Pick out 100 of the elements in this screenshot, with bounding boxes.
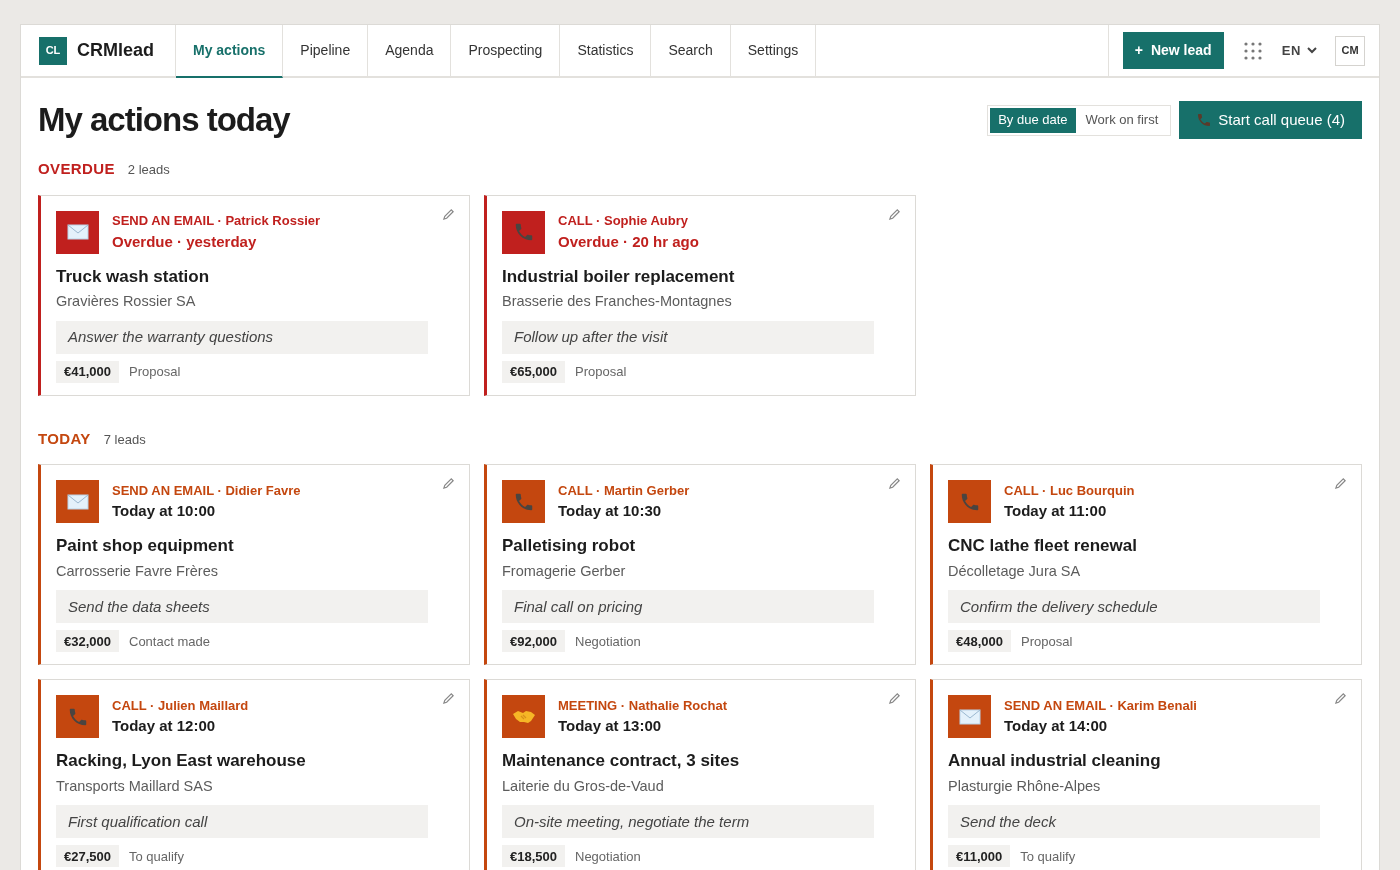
edit-icon[interactable] [442,477,455,490]
deal-amount: €41,000 [56,360,119,383]
pipeline-stage: Contact made [129,632,210,651]
edit-icon[interactable] [1334,477,1347,490]
due-time: Today at 13:00 [558,716,663,736]
phone-icon [502,480,545,523]
lead-title: Maintenance contract, 3 sites [502,750,741,772]
action-card[interactable]: CALL · Martin Gerber Today at 10:30 Palletising robot Fromagerie Gerber Final call on pricing €92,000 Negotiation [484,464,916,665]
deal-amount: €65,000 [502,360,565,383]
due-time: Today at 14:00 [1004,716,1109,736]
action-card[interactable]: SEND AN EMAIL · Didier Favre Today at 10:00 Paint shop equipment Carrosserie Favre Frères Send the data sheets €32,000 Contact made [38,464,470,665]
lead-title: Paint shop equipment [56,535,235,557]
handshake-icon [502,695,545,738]
company-name: Transports Maillard SAS [56,776,214,796]
action-card[interactable]: CALL · Julien Maillard Today at 12:00 Racking, Lyon East warehouse Transports Maillard SAS First qualification call €27,500 To qualify [38,679,470,870]
company-name: Fromagerie Gerber [502,561,627,581]
pipeline-stage: Proposal [1021,632,1073,651]
phone-icon [948,480,991,523]
start-call-queue-button[interactable]: Start call queue (4) [1179,101,1362,139]
lead-title: Palletising robot [502,535,637,557]
chevron-down-icon [1307,47,1317,54]
due-time: Today at 12:00 [112,716,217,736]
company-name: Brasserie des Franches-Montagnes [502,292,733,311]
envelope-icon [56,480,99,523]
action-note: Answer the warranty questions [56,320,428,354]
nav-tab[interactable]: Agenda [368,25,452,76]
lead-title: Annual industrial cleaning [948,750,1162,772]
phone-icon [56,695,99,738]
nav-tab[interactable]: My actions [176,25,284,78]
phone-icon [502,210,545,254]
envelope-icon [948,695,991,738]
due-time: Overdue · 20 hr ago [558,231,699,252]
logo-badge: CL [39,36,67,65]
new-lead-button[interactable]: + New lead [1122,32,1224,69]
due-time: Today at 10:30 [558,501,663,521]
action-type: MEETING · Nathalie Rochat [558,696,728,715]
lead-title: Racking, Lyon East warehouse [56,750,307,772]
nav-tab[interactable]: Prospecting [451,25,561,76]
deal-amount: €18,500 [502,845,565,868]
deal-amount: €11,000 [948,845,1011,868]
action-note: Follow up after the visit [502,320,874,354]
due-time: Today at 10:00 [112,501,217,521]
action-card[interactable]: CALL · Sophie Aubry Overdue · 20 hr ago Industrial boiler replacement Brasserie des Franches-Montagnes Follow up after the visit €65,000 Proposal [484,194,916,396]
deal-amount: €48,000 [948,630,1011,653]
section-heading: OVERDUE [38,159,115,179]
action-type: CALL · Martin Gerber [558,481,690,500]
user-avatar[interactable]: CM [1335,35,1365,66]
nav-tab[interactable]: Pipeline [283,25,369,76]
nav-tab[interactable]: Settings [730,25,817,76]
deal-amount: €27,500 [56,845,119,868]
company-name: Gravières Rossier SA [56,292,197,311]
company-name: Carrosserie Favre Frères [56,561,219,581]
company-name: Plasturgie Rhône-Alpes [948,776,1102,796]
edit-icon[interactable] [442,692,455,705]
page-title: My actions today [38,100,292,141]
action-note: On-site meeting, negotiate the term [502,805,874,839]
edit-icon[interactable] [442,207,455,221]
lead-count: 7 leads [103,430,146,449]
edit-icon[interactable] [1334,692,1347,705]
language-selector[interactable]: EN [1281,40,1317,61]
envelope-icon [56,210,99,254]
action-card[interactable]: SEND AN EMAIL · Patrick Rossier Overdue · yesterday Truck wash station Gravières Rossier SA Answer the warranty questions €41,000 Proposal [38,194,470,396]
nav-tab[interactable]: Statistics [560,25,652,76]
company-name: Décolletage Jura SA [948,561,1082,581]
pipeline-stage: Proposal [129,363,181,381]
lead-title: Truck wash station [56,265,211,288]
lead-title: Industrial boiler replacement [502,265,736,288]
action-card[interactable]: CALL · Luc Bourquin Today at 11:00 CNC lathe fleet renewal Décolletage Jura SA Confirm the delivery schedule €48,000 Proposal [930,464,1362,665]
action-note: Send the deck [948,805,1320,839]
pipeline-stage: To qualify [1020,847,1076,866]
pipeline-stage: Proposal [575,363,627,381]
apps-grid-icon[interactable] [1243,41,1262,60]
action-type: SEND AN EMAIL · Patrick Rossier [112,212,321,230]
deal-amount: €92,000 [502,630,565,653]
pipeline-stage: Negotiation [575,632,641,651]
section-heading: TODAY [38,428,91,449]
pipeline-stage: Negotiation [575,847,641,866]
deal-amount: €32,000 [56,630,119,653]
action-note: First qualification call [56,805,428,839]
edit-icon[interactable] [888,477,901,490]
action-card[interactable]: SEND AN EMAIL · Karim Benali Today at 14:00 Annual industrial cleaning Plasturgie Rhône-Alpes Send the deck €11,000 To qualify [930,679,1362,870]
edit-icon[interactable] [888,207,901,221]
lead-title: CNC lathe fleet renewal [948,535,1138,557]
action-note: Final call on pricing [502,590,874,624]
action-type: CALL · Julien Maillard [112,696,249,715]
pipeline-stage: To qualify [129,847,184,866]
action-type: SEND AN EMAIL · Didier Favre [112,481,301,500]
sort-option[interactable]: By due date [990,107,1076,133]
lead-count: 2 leads [127,161,170,179]
action-card[interactable]: MEETING · Nathalie Rochat Today at 13:00 Maintenance contract, 3 sites Laiterie du Gros-de-Vaud On-site meeting, negotiate the term €18,500 Negotiation [484,679,916,870]
action-type: CALL · Luc Bourquin [1004,481,1135,500]
action-type: SEND AN EMAIL · Karim Benali [1004,696,1197,715]
action-type: CALL · Sophie Aubry [558,212,689,230]
brand-name: CRMlead [77,39,154,62]
due-time: Overdue · yesterday [112,231,258,252]
edit-icon[interactable] [888,692,901,705]
action-note: Send the data sheets [56,590,428,624]
nav-tab[interactable]: Search [651,25,731,76]
phone-icon [1196,112,1213,128]
due-time: Today at 11:00 [1004,501,1108,521]
